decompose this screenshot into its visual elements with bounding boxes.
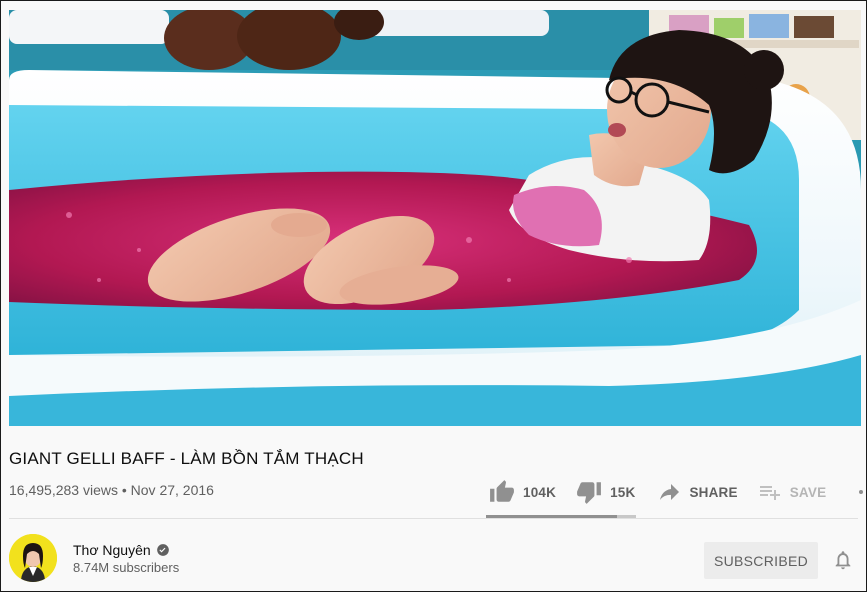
dislike-count: 15K (610, 484, 636, 500)
share-label: SHARE (689, 484, 738, 500)
channel-name[interactable]: Thơ Nguyên (73, 542, 170, 558)
notification-bell-button[interactable] (832, 549, 854, 571)
more-actions-button[interactable] (856, 477, 866, 507)
page-frame: GIANT GELLI BAFF - LÀM BỒN TẮM THẠCH 16,… (0, 0, 867, 592)
subscribed-button[interactable]: SUBSCRIBED (704, 542, 818, 579)
save-button[interactable]: SAVE (758, 477, 827, 507)
meta-separator: • (121, 482, 127, 498)
like-button[interactable]: 104K (489, 477, 556, 507)
publish-date: Nov 27, 2016 (130, 482, 214, 498)
channel-avatar[interactable] (9, 534, 57, 582)
verified-check-icon (156, 544, 169, 556)
playlist-add-icon (759, 486, 780, 500)
save-label: SAVE (789, 484, 827, 500)
video-thumbnail-image (9, 10, 861, 426)
dislike-button[interactable]: 15K (576, 477, 635, 507)
video-player[interactable] (9, 10, 861, 426)
view-count: 16,495,283 views (9, 482, 118, 498)
bell-icon (835, 551, 851, 570)
more-horizontal-icon (859, 490, 864, 494)
video-title: GIANT GELLI BAFF - LÀM BỒN TẮM THẠCH (9, 449, 364, 468)
channel-name-text: Thơ Nguyên (73, 542, 151, 558)
thumbs-up-icon (490, 480, 514, 502)
video-actions: 104K 15K SHARE SAVE (489, 477, 866, 507)
subscriber-count: 8.74M subscribers (73, 560, 180, 575)
like-count: 104K (523, 484, 557, 500)
avatar-image (9, 534, 57, 582)
share-arrow-icon (660, 484, 680, 500)
video-meta: 16,495,283 views • Nov 27, 2016 (9, 482, 214, 498)
section-divider (9, 518, 858, 519)
share-button[interactable]: SHARE (657, 477, 738, 507)
thumbs-down-icon (577, 482, 601, 504)
